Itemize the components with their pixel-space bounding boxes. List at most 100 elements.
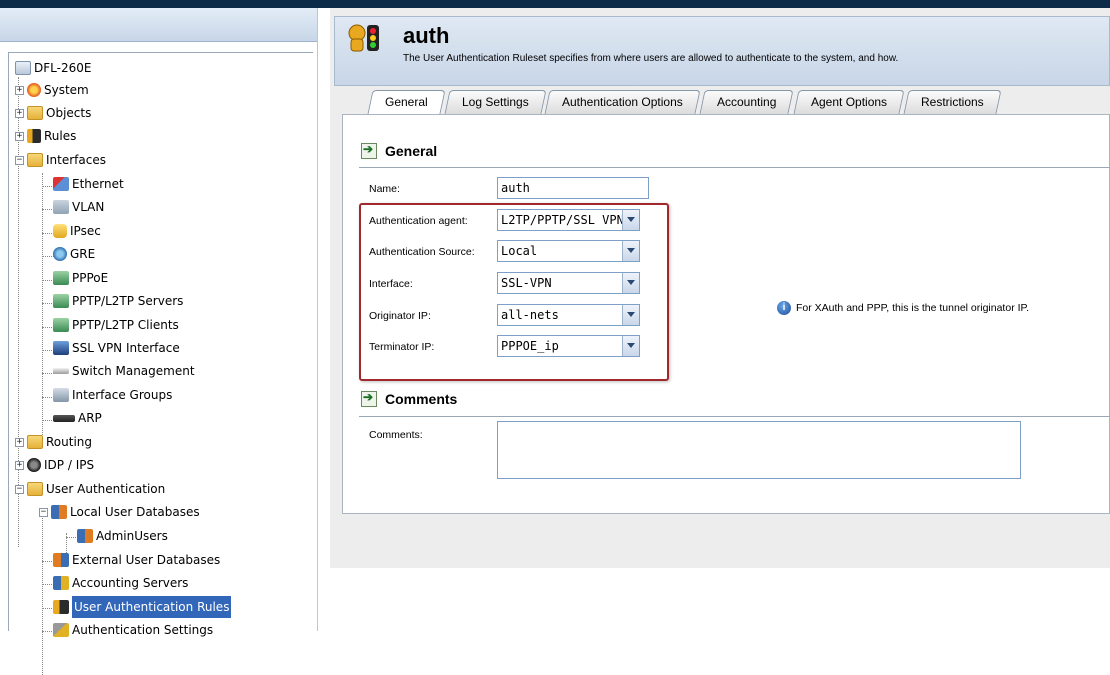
ssl-vpn-icon: [53, 341, 69, 355]
folder-icon: [27, 106, 43, 120]
chevron-down-icon[interactable]: [622, 210, 639, 230]
gre-icon: [53, 247, 67, 261]
page-description: The User Authentication Ruleset specifie…: [403, 53, 899, 64]
originator-ip-select[interactable]: all-nets: [497, 304, 640, 326]
interface-groups-icon: [53, 388, 69, 402]
open-folder-icon: [27, 482, 43, 496]
ethernet-icon: [53, 177, 69, 191]
section-arrow-icon: [361, 390, 377, 407]
chevron-down-icon[interactable]: [622, 336, 639, 356]
tree-item-authentication-settings[interactable]: Authentication Settings: [53, 619, 213, 641]
tab-accounting[interactable]: Accounting: [699, 90, 795, 114]
comments-divider: [359, 416, 1110, 417]
expand-icon[interactable]: +: [15, 85, 24, 95]
comments-section-title: Comments: [361, 390, 457, 407]
top-bar: [0, 0, 1110, 8]
tree-item-vlan[interactable]: VLAN: [53, 196, 104, 218]
tree-item-routing[interactable]: + Routing: [15, 431, 92, 453]
tab-agent-options[interactable]: Agent Options: [792, 90, 905, 114]
tree-item-gre[interactable]: GRE: [53, 243, 95, 265]
page-title: auth: [403, 23, 450, 48]
expand-icon[interactable]: +: [15, 437, 24, 447]
navigation-tree: DFL-260E + System + Objects + Rules − In…: [8, 52, 313, 675]
chevron-down-icon[interactable]: [622, 305, 639, 325]
idp-icon: [27, 458, 41, 472]
tree-item-user-authentication-rules[interactable]: User Authentication Rules: [53, 596, 232, 618]
tab-authentication-options[interactable]: Authentication Options: [544, 90, 701, 114]
terminator-ip-label: Terminator IP:: [369, 341, 435, 353]
tree-item-pptp-l2tp-servers[interactable]: PPTP/L2TP Servers: [53, 290, 183, 312]
tree-item-rules[interactable]: + Rules: [15, 125, 76, 147]
terminator-ip-select[interactable]: PPPOE_ip: [497, 335, 640, 357]
user-db-icon: [77, 529, 93, 543]
database-icon: [51, 505, 67, 519]
navigation-panel: DFL-260E + System + Objects + Rules − In…: [0, 8, 318, 675]
authentication-agent-select[interactable]: L2TP/PPTP/SSL VPN: [497, 209, 640, 231]
routing-folder-icon: [27, 435, 43, 449]
rules-icon: [27, 129, 41, 143]
authentication-source-label: Authentication Source:: [369, 246, 475, 258]
comments-textarea[interactable]: [497, 421, 1021, 479]
expand-icon[interactable]: +: [15, 131, 24, 141]
tree-root[interactable]: DFL-260E: [15, 57, 91, 79]
section-arrow-icon: [361, 142, 377, 159]
pppoe-icon: [53, 271, 69, 285]
server-icon: [53, 294, 69, 308]
tree-item-system[interactable]: + System: [15, 79, 89, 101]
comments-label: Comments:: [369, 429, 423, 441]
tree-item-ethernet[interactable]: Ethernet: [53, 173, 124, 195]
collapse-icon[interactable]: −: [15, 155, 24, 165]
originator-info: i For XAuth and PPP, this is the tunnel …: [777, 301, 1029, 315]
client-icon: [53, 318, 69, 332]
expand-icon[interactable]: +: [15, 460, 24, 470]
tree-item-user-authentication[interactable]: − User Authentication: [15, 478, 165, 500]
arp-icon: [53, 414, 75, 422]
originator-ip-label: Originator IP:: [369, 310, 431, 322]
interface-label: Interface:: [369, 278, 413, 290]
name-input[interactable]: auth: [497, 177, 649, 199]
system-icon: [27, 83, 41, 97]
tree-item-local-user-databases[interactable]: − Local User Databases: [39, 501, 200, 523]
info-icon: i: [777, 301, 791, 315]
tree-item-pppoe[interactable]: PPPoE: [53, 267, 108, 289]
authentication-source-select[interactable]: Local: [497, 240, 640, 262]
tree-item-switch-management[interactable]: Switch Management: [53, 360, 195, 382]
name-label: Name:: [369, 183, 400, 195]
vlan-icon: [53, 200, 69, 214]
navigation-panel-header: [0, 8, 317, 42]
chevron-down-icon[interactable]: [622, 241, 639, 261]
tree-item-ipsec[interactable]: IPsec: [53, 220, 101, 242]
collapse-icon[interactable]: −: [15, 484, 24, 494]
tree-item-external-user-databases[interactable]: External User Databases: [53, 549, 220, 571]
switch-icon: [53, 368, 69, 374]
tab-restrictions[interactable]: Restrictions: [903, 90, 1001, 114]
device-icon: [15, 61, 31, 75]
tree-item-accounting-servers[interactable]: Accounting Servers: [53, 572, 188, 594]
main-panel: auth The User Authentication Ruleset spe…: [330, 8, 1110, 568]
tree-item-interface-groups[interactable]: Interface Groups: [53, 384, 172, 406]
external-db-icon: [53, 553, 69, 567]
tab-general[interactable]: General: [367, 90, 446, 114]
tree-item-interfaces[interactable]: − Interfaces: [15, 149, 106, 171]
tab-log-settings[interactable]: Log Settings: [444, 90, 546, 114]
lock-icon: [53, 224, 67, 238]
expand-icon[interactable]: +: [15, 108, 24, 118]
authentication-agent-label: Authentication agent:: [369, 215, 468, 227]
tree-item-arp[interactable]: ARP: [53, 407, 102, 429]
general-section-title: General: [361, 142, 437, 159]
tab-content: General Name: auth Authentication agent:…: [342, 114, 1110, 514]
tree-item-idp-ips[interactable]: + IDP / IPS: [15, 454, 94, 476]
general-divider: [359, 167, 1110, 168]
tree-item-adminusers[interactable]: AdminUsers: [77, 525, 168, 547]
open-folder-icon: [27, 153, 43, 167]
chevron-down-icon[interactable]: [622, 273, 639, 293]
object-header: auth The User Authentication Ruleset spe…: [334, 16, 1110, 86]
tree-item-pptp-l2tp-clients[interactable]: PPTP/L2TP Clients: [53, 314, 179, 336]
auth-rules-icon: [53, 600, 69, 614]
interface-select[interactable]: SSL-VPN: [497, 272, 640, 294]
collapse-icon[interactable]: −: [39, 507, 48, 517]
tools-icon: [53, 623, 69, 637]
tree-item-objects[interactable]: + Objects: [15, 102, 91, 124]
tab-bar: General Log Settings Authentication Opti…: [367, 90, 1002, 114]
tree-item-ssl-vpn-interface[interactable]: SSL VPN Interface: [53, 337, 180, 359]
